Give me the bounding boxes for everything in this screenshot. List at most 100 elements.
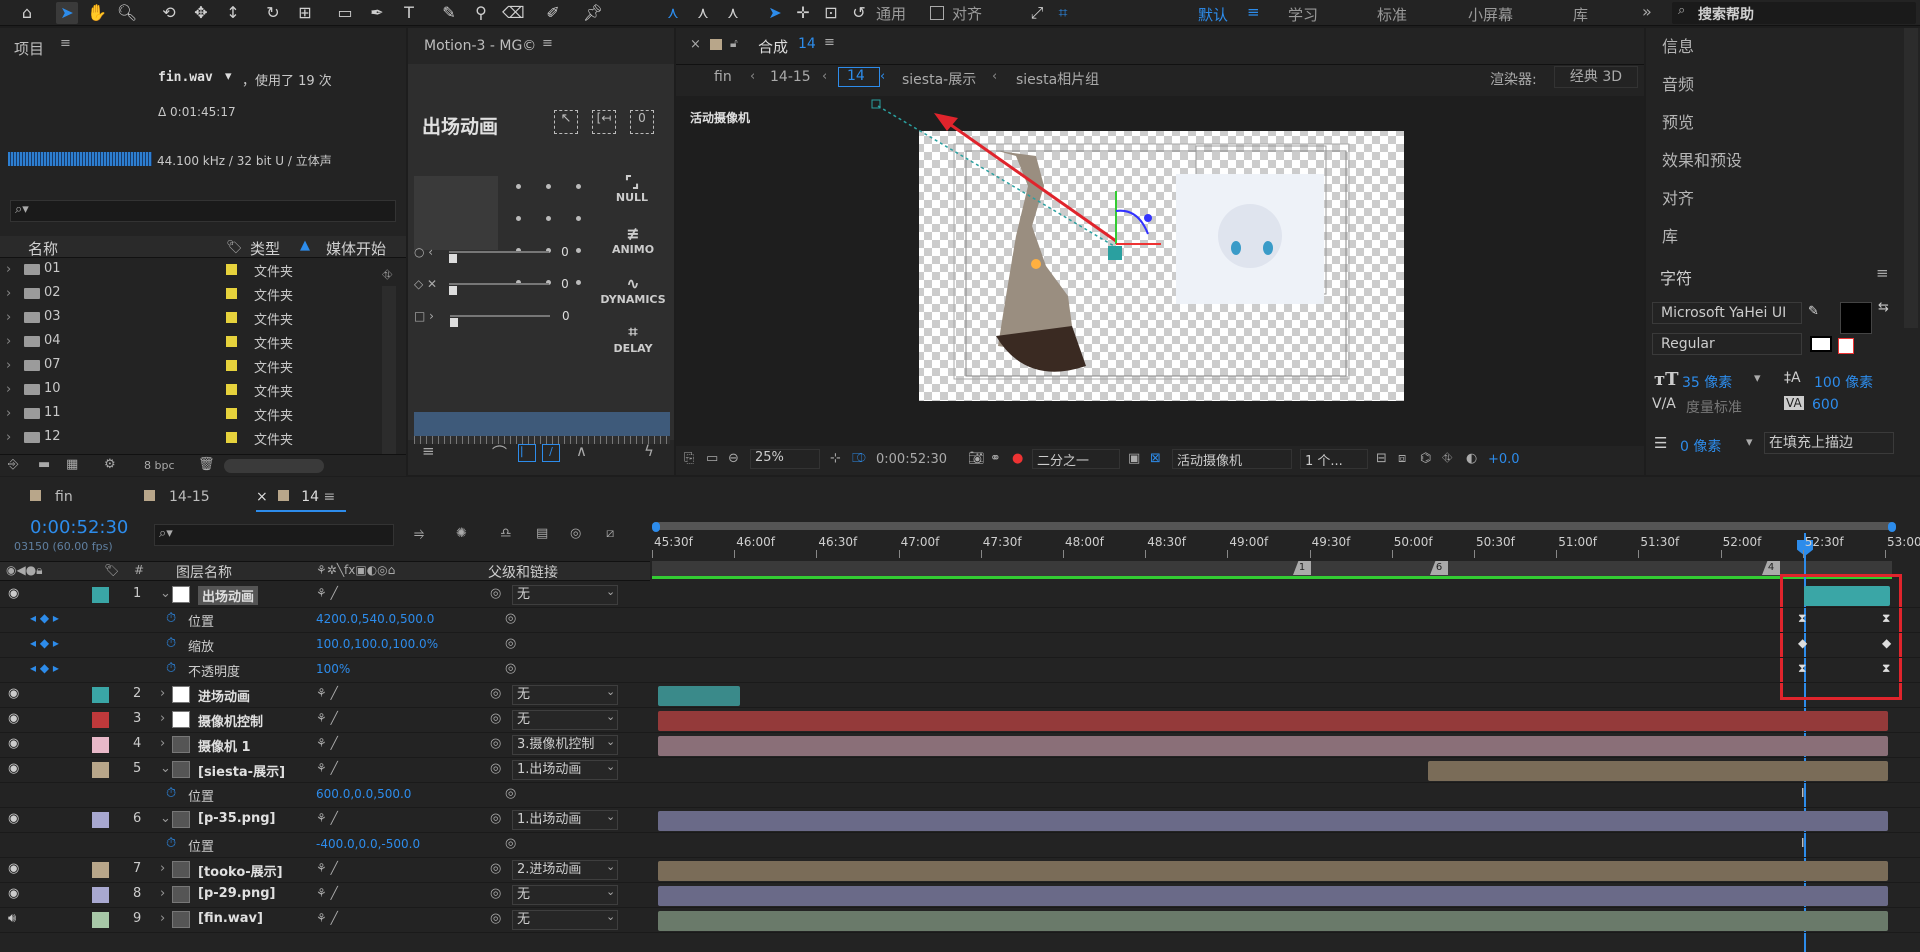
right-panel-item[interactable]: 预览 <box>1660 104 1920 142</box>
eye-icon[interactable]: ◉ <box>8 811 19 826</box>
timeline-timecode[interactable]: 0:00:52:30 <box>30 517 128 538</box>
show-snapshot-icon[interactable]: ⚭ <box>990 451 1001 466</box>
project-settings-icon[interactable]: ⚙ <box>104 457 116 472</box>
pickwhip-icon[interactable]: ◎ <box>490 686 501 701</box>
select-in-icon[interactable]: [↤ <box>592 110 616 134</box>
property-row[interactable]: ◂ ◆ ▸ ⏱︎ 缩放 100.0,100.0,100.0% ◎ ◆ ◆ <box>0 633 1920 658</box>
font-size-value[interactable]: 35 像素 <box>1682 372 1732 392</box>
safe-zones-icon[interactable]: ⊹ <box>830 451 841 466</box>
property-row[interactable]: ◂ ◆ ▸ ⏱︎ 不透明度 100% ◎ ⧗ ⧗ <box>0 658 1920 683</box>
puppet-pin-icon[interactable]: 📌︎ <box>582 2 604 24</box>
lock-icon[interactable]: 🔓︎ <box>730 36 738 51</box>
close-icon[interactable]: × <box>690 37 701 52</box>
workspace-small-screen[interactable]: 小屏幕 <box>1468 4 1513 25</box>
timeline-tab-14-15[interactable]: 14-15 <box>144 489 210 505</box>
more-workspaces-icon[interactable]: » <box>1642 2 1652 21</box>
layer-name-header[interactable]: 图层名称 <box>176 562 232 582</box>
trash-icon[interactable]: 🗑︎ <box>198 457 215 472</box>
parent-select[interactable]: 2.进场动画 <box>512 860 618 880</box>
right-panel-item[interactable]: 库 <box>1660 218 1920 256</box>
stopwatch-icon[interactable]: ⏱︎ <box>166 611 176 626</box>
leading-value[interactable]: 100 像素 <box>1814 372 1873 392</box>
keyframe-icon[interactable]: ◆ <box>1882 636 1891 650</box>
expand-icon[interactable]: › <box>160 911 165 926</box>
property-row[interactable]: ⏱︎ 位置 -400.0,0.0,-500.0 ◎ I <box>0 833 1920 858</box>
dolly-camera-icon[interactable]: ↕ <box>222 2 244 24</box>
hand-tool-icon[interactable]: ✋ <box>86 2 108 24</box>
snap-options-icon[interactable]: ⤢ <box>1026 2 1048 24</box>
timeline-tab-14[interactable]: × 14 ≡ <box>256 486 346 512</box>
layer-duration-bar[interactable] <box>1428 761 1888 781</box>
stroke-none-icon[interactable] <box>1838 338 1854 354</box>
selection-tool-icon[interactable]: ➤ <box>56 2 78 24</box>
renderer-value[interactable]: 经典 3D <box>1554 66 1638 88</box>
brush-tool-icon[interactable]: ✎ <box>438 2 460 24</box>
eye-icon[interactable]: ◉ <box>8 686 19 701</box>
slider-1[interactable] <box>449 251 550 263</box>
layer-name[interactable]: [p-29.png] <box>198 886 275 901</box>
pan-behind-icon[interactable]: ⊞ <box>294 2 316 24</box>
anchor-dot[interactable] <box>546 184 551 189</box>
breadcrumb-14-15[interactable]: 14-15 <box>770 69 811 85</box>
eye-icon[interactable]: ◉ <box>8 711 19 726</box>
null-button[interactable]: ⌜⌟ NULL <box>604 172 660 204</box>
layer-switches[interactable]: ⚘ ╱ <box>316 911 338 925</box>
parent-select[interactable]: 无 <box>512 585 618 605</box>
frame-icon[interactable]: ⊡ <box>820 2 842 24</box>
layer-duration-bar[interactable] <box>658 911 1888 931</box>
search-help-box[interactable]: ⌕ 搜索帮助 <box>1672 2 1916 24</box>
roto-brush-icon[interactable]: ✐ <box>542 2 564 24</box>
project-item[interactable]: › 03 文件夹 <box>0 306 330 330</box>
zoom-select[interactable]: 25% <box>750 449 820 469</box>
layer-duration-bar[interactable] <box>658 736 1888 756</box>
project-item[interactable]: › 11 文件夹 <box>0 402 330 426</box>
work-area-range[interactable] <box>652 576 1892 579</box>
move-icon[interactable]: ✛ <box>792 2 814 24</box>
label-color[interactable] <box>92 912 109 928</box>
layer-duration-bar[interactable] <box>658 811 1888 831</box>
thumbnail-size-slider[interactable] <box>224 459 324 473</box>
layer-name[interactable]: [p-35.png] <box>198 811 275 826</box>
zoom-tool-icon[interactable]: 🔍︎ <box>116 2 138 24</box>
panel-menu-icon[interactable]: ≡ <box>542 36 553 51</box>
bezier-linear-icon[interactable]: ⎸ <box>518 444 536 462</box>
workspace-learn[interactable]: 学习 <box>1288 4 1318 25</box>
stroke-type-select[interactable]: 在填充上描边 <box>1764 432 1894 454</box>
fast-preview-icon[interactable]: ⌬ <box>1420 451 1431 466</box>
chevron-right-icon[interactable]: › <box>6 334 11 349</box>
layer-name[interactable]: [siesta-展示] <box>198 761 285 780</box>
chevron-right-icon[interactable]: › <box>6 286 11 301</box>
motion-graph[interactable] <box>414 412 670 436</box>
pickwhip-icon[interactable]: ◎ <box>490 586 501 601</box>
flowchart-icon[interactable]: ⛗ <box>1442 451 1452 466</box>
local-axis-icon[interactable]: ⋏ <box>662 2 684 24</box>
stopwatch-icon[interactable]: ⏱︎ <box>166 836 176 851</box>
snapshot-icon[interactable]: 📷︎ <box>968 451 985 466</box>
project-item[interactable]: › 07 文件夹 <box>0 354 330 378</box>
project-item[interactable]: › 10 文件夹 <box>0 378 330 402</box>
graph-editor-icon[interactable]: ⧄ <box>606 526 614 541</box>
column-type[interactable]: 类型 <box>250 238 280 259</box>
audio-icon[interactable]: 🔊︎ <box>8 911 16 926</box>
toggle-pixel-icon[interactable]: ⊟ <box>1376 451 1387 466</box>
swap-colors-icon[interactable]: ⇆ <box>1878 300 1889 315</box>
tracking-value[interactable]: 600 <box>1812 397 1839 413</box>
right-panel-item[interactable]: 音频 <box>1660 66 1920 104</box>
color-channels-icon[interactable]: ● <box>1012 451 1023 466</box>
view-select[interactable]: 活动摄像机 <box>1172 449 1292 469</box>
layer-name[interactable]: 出场动画 <box>198 586 259 605</box>
stopwatch-icon[interactable]: ⏱︎ <box>166 661 176 676</box>
viewer-timecode[interactable]: 0:00:52:30 <box>876 452 947 467</box>
vr-icon[interactable]: ⊖ <box>728 451 739 466</box>
sort-up-icon[interactable]: ▲ <box>300 238 310 253</box>
label-color[interactable] <box>92 587 109 603</box>
home-icon[interactable]: ⌂ <box>16 2 38 24</box>
undo-icon[interactable]: ↺ <box>848 2 870 24</box>
keyframe-icon[interactable]: ◆ <box>1798 636 1807 650</box>
pickwhip-icon[interactable]: ◎ <box>490 811 501 826</box>
layer-switches[interactable]: ⚘ ╱ <box>316 886 338 900</box>
keyframe-icon[interactable]: ⧗ <box>1882 661 1890 676</box>
chevron-right-icon[interactable]: › <box>6 262 11 277</box>
property-row[interactable]: ◂ ◆ ▸ ⏱︎ 位置 4200.0,540.0,500.0 ◎ ⧗ ⧗ <box>0 608 1920 633</box>
expand-icon[interactable]: › <box>160 886 165 901</box>
